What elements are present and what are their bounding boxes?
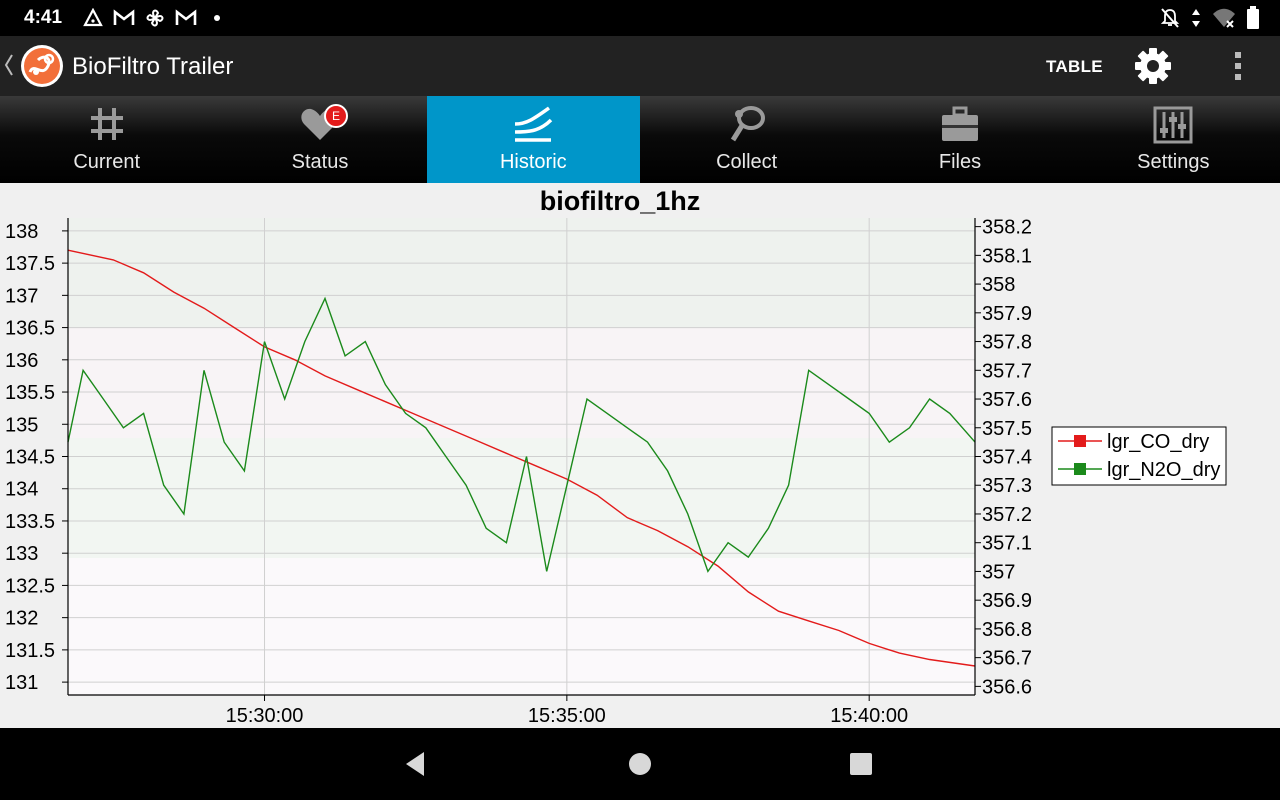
y-left-tick-label: 133.5: [5, 511, 55, 533]
y-right-tick-label: 357.8: [982, 332, 1032, 354]
y-left-tick-label: 137.5: [5, 253, 55, 275]
table-button[interactable]: TABLE: [1046, 57, 1103, 77]
y-right-tick-label: 356.9: [982, 590, 1032, 612]
y-right-tick-label: 358.2: [982, 217, 1032, 239]
tab-settings[interactable]: Settings: [1067, 96, 1280, 183]
y-left-tick-label: 133: [5, 543, 38, 565]
grid-icon: [85, 104, 129, 144]
status-bar: 4:41: [0, 0, 1280, 36]
tab-historic[interactable]: Historic: [426, 96, 640, 183]
logo-circle: [24, 48, 60, 84]
sliders-icon: [1151, 104, 1195, 144]
y-left-tick-label: 135: [5, 414, 38, 436]
y-left-tick-label: 135.5: [5, 382, 55, 404]
y-right-tick-label: 357.7: [982, 360, 1032, 382]
y-left-tick-label: 138: [5, 221, 38, 243]
tab-current[interactable]: Current: [0, 96, 213, 183]
tab-collect[interactable]: Collect: [640, 96, 853, 183]
tab-label: Collect: [716, 151, 778, 173]
gear-icon[interactable]: [1133, 46, 1173, 86]
chart-svg[interactable]: 131 131.5 132 132.5 133 133.5 134 134.5 135 135.5…: [0, 183, 1280, 728]
system-nav-bar: [0, 728, 1280, 800]
overflow-menu-icon[interactable]: [1226, 48, 1250, 84]
x-tick-label: 15:35:00: [528, 705, 606, 727]
historic-chart[interactable]: 131 131.5 132 132.5 133 133.5 134 134.5 135 135.5…: [0, 183, 1280, 728]
tab-label: Status: [291, 151, 349, 173]
historic-wave-icon: [511, 104, 555, 144]
y-left-tick-label: 131: [5, 672, 38, 694]
y-right-tick-label: 357.2: [982, 504, 1032, 526]
y-left-tick-label: 134: [5, 479, 38, 501]
wifi-off-icon: [1212, 7, 1236, 34]
y-right-tick-label: 357.5: [982, 418, 1032, 440]
y-right-tick-label: 358: [982, 274, 1015, 296]
y-right-tick-label: 357.3: [982, 475, 1032, 497]
notifications-off-icon: [1160, 7, 1180, 34]
tab-label: Historic: [499, 151, 567, 173]
tab-label: Settings: [1137, 151, 1210, 173]
y-left-tick-label: 132.5: [5, 575, 55, 597]
legend-label: lgr_N2O_dry: [1107, 459, 1220, 481]
legend-marker: [1074, 463, 1086, 475]
chart-title: biofiltro_1hz: [540, 186, 701, 216]
tab-bar: Current E Status Historic Collect Files …: [0, 96, 1280, 183]
app-logo[interactable]: [20, 44, 64, 88]
app-bar: BioFiltro Trailer TABLE: [0, 36, 1280, 96]
battery-icon: [1246, 6, 1260, 35]
app-title: BioFiltro Trailer: [72, 53, 234, 80]
y-right-tick-label: 358.1: [982, 245, 1032, 267]
x-tick-label: 15:30:00: [226, 705, 304, 727]
plot-band: [68, 558, 975, 695]
plot-band: [68, 218, 975, 328]
y-left-tick-label: 132: [5, 608, 38, 630]
x-tick-label: 15:40:00: [830, 705, 908, 727]
y-left-tick-label: 131.5: [5, 640, 55, 662]
y-right-tick-label: 357.4: [982, 447, 1032, 469]
warning-triangle-icon: [82, 7, 104, 29]
y-right-tick-label: 357.1: [982, 533, 1032, 555]
legend-marker: [1074, 435, 1086, 447]
dot-icon: [206, 7, 228, 29]
y-left-tick-label: 136: [5, 350, 38, 372]
legend-label: lgr_CO_dry: [1107, 431, 1209, 453]
tab-files[interactable]: Files: [853, 96, 1066, 183]
y-right-tick-label: 357: [982, 561, 1015, 583]
pinwheel-icon: [144, 7, 166, 29]
data-arrows-icon: [1190, 7, 1202, 34]
error-badge: E: [323, 104, 348, 128]
collect-icon: [725, 104, 769, 144]
y-right-tick-label: 356.6: [982, 676, 1032, 698]
nav-home-icon[interactable]: [622, 746, 658, 782]
y-right-tick-label: 356.7: [982, 648, 1032, 670]
back-chevron-icon[interactable]: [4, 53, 14, 83]
y-left-tick-label: 136.5: [5, 318, 55, 340]
y-left-tick-label: 134.5: [5, 447, 55, 469]
tab-label: Files: [938, 151, 982, 173]
nav-back-icon[interactable]: [398, 746, 434, 782]
tab-status[interactable]: E Status: [213, 96, 426, 183]
briefcase-icon: [938, 104, 982, 144]
y-left-tick-label: 137: [5, 285, 38, 307]
y-right-tick-label: 357.6: [982, 389, 1032, 411]
status-right-icons: [1160, 6, 1260, 35]
tab-label: Current: [73, 151, 141, 173]
status-time: 4:41: [24, 7, 63, 28]
gmail-icon: [175, 7, 197, 29]
y-right-tick-label: 357.9: [982, 303, 1032, 325]
plot-band: [68, 328, 975, 438]
gmail-icon: [113, 7, 135, 29]
y-right-tick-label: 356.8: [982, 619, 1032, 641]
nav-recents-icon[interactable]: [843, 746, 879, 782]
status-left-icons: [82, 7, 228, 29]
